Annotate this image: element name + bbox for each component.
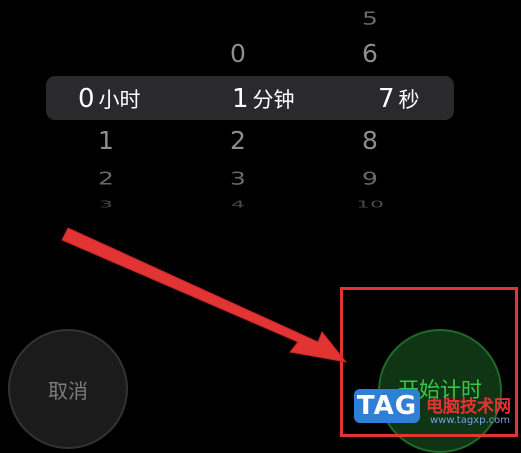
watermark-url: www.tagxp.com [430,415,510,426]
watermark-logo: TAG [354,389,420,423]
red-arrow-icon [61,227,348,363]
watermark-site-name: 电脑技术网 [426,397,511,417]
